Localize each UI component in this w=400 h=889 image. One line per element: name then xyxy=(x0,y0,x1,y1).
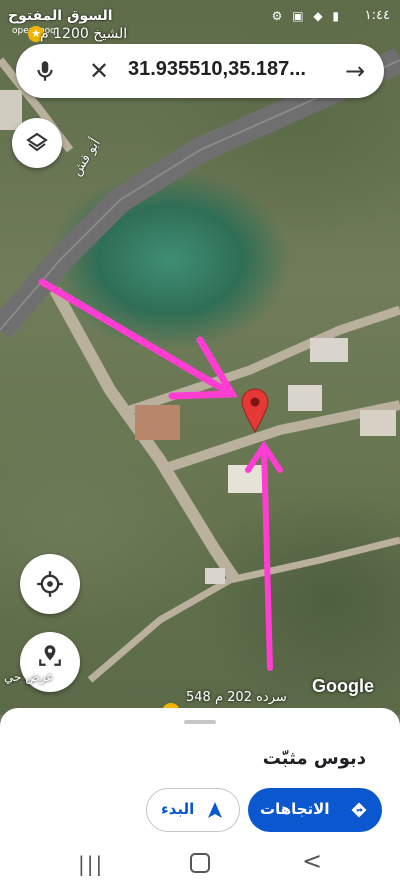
place-label: الشيخ 1200 م xyxy=(40,26,128,42)
start-label: البدء xyxy=(161,800,195,818)
search-bar[interactable]: ✕ 31.935510,35.187... → xyxy=(16,44,384,98)
home-button[interactable] xyxy=(190,853,210,873)
building xyxy=(288,385,322,411)
system-nav-bar: ||| < xyxy=(0,838,400,889)
building xyxy=(310,338,348,362)
location-pin[interactable] xyxy=(241,388,269,434)
recent-apps-button[interactable]: ||| xyxy=(78,852,104,876)
scale-label: سرده 202 م 548 xyxy=(186,690,287,705)
back-button[interactable]: < xyxy=(302,847,322,875)
place-title: دبوس مثبّت xyxy=(262,748,366,769)
annotation-arrow-left xyxy=(38,278,239,400)
street-view-icon xyxy=(39,645,61,666)
mic-icon[interactable] xyxy=(32,58,58,84)
start-button[interactable]: البدء xyxy=(146,788,240,832)
google-logo: Google xyxy=(312,676,374,696)
directions-icon xyxy=(351,802,367,818)
building xyxy=(205,568,225,584)
close-icon[interactable]: ✕ xyxy=(84,56,114,86)
status-time: ١:٤٤ xyxy=(364,8,390,23)
search-input[interactable]: 31.935510,35.187... xyxy=(128,58,348,84)
status-icons: ⚙ ▣ ◆ ▮ xyxy=(271,9,342,23)
field xyxy=(135,405,180,440)
building xyxy=(360,410,396,436)
navigation-arrow-icon xyxy=(208,802,222,818)
layers-button[interactable] xyxy=(12,118,62,168)
arrow-right-icon[interactable]: → xyxy=(340,56,370,86)
drag-handle[interactable] xyxy=(184,720,216,724)
my-location-button[interactable] xyxy=(20,554,80,614)
street-view-label: عرض حي xyxy=(4,670,54,684)
directions-label: الاتجاهات xyxy=(260,800,330,818)
watermark: السوق المفتوح xyxy=(8,8,113,24)
layers-icon xyxy=(26,132,48,152)
crosshair-icon xyxy=(37,571,63,597)
map-view[interactable]: أبو قش السوق المفتوح opensooq ⚙ ▣ ◆ ▮ ١:… xyxy=(0,0,400,715)
directions-button[interactable]: الاتجاهات xyxy=(248,788,382,832)
